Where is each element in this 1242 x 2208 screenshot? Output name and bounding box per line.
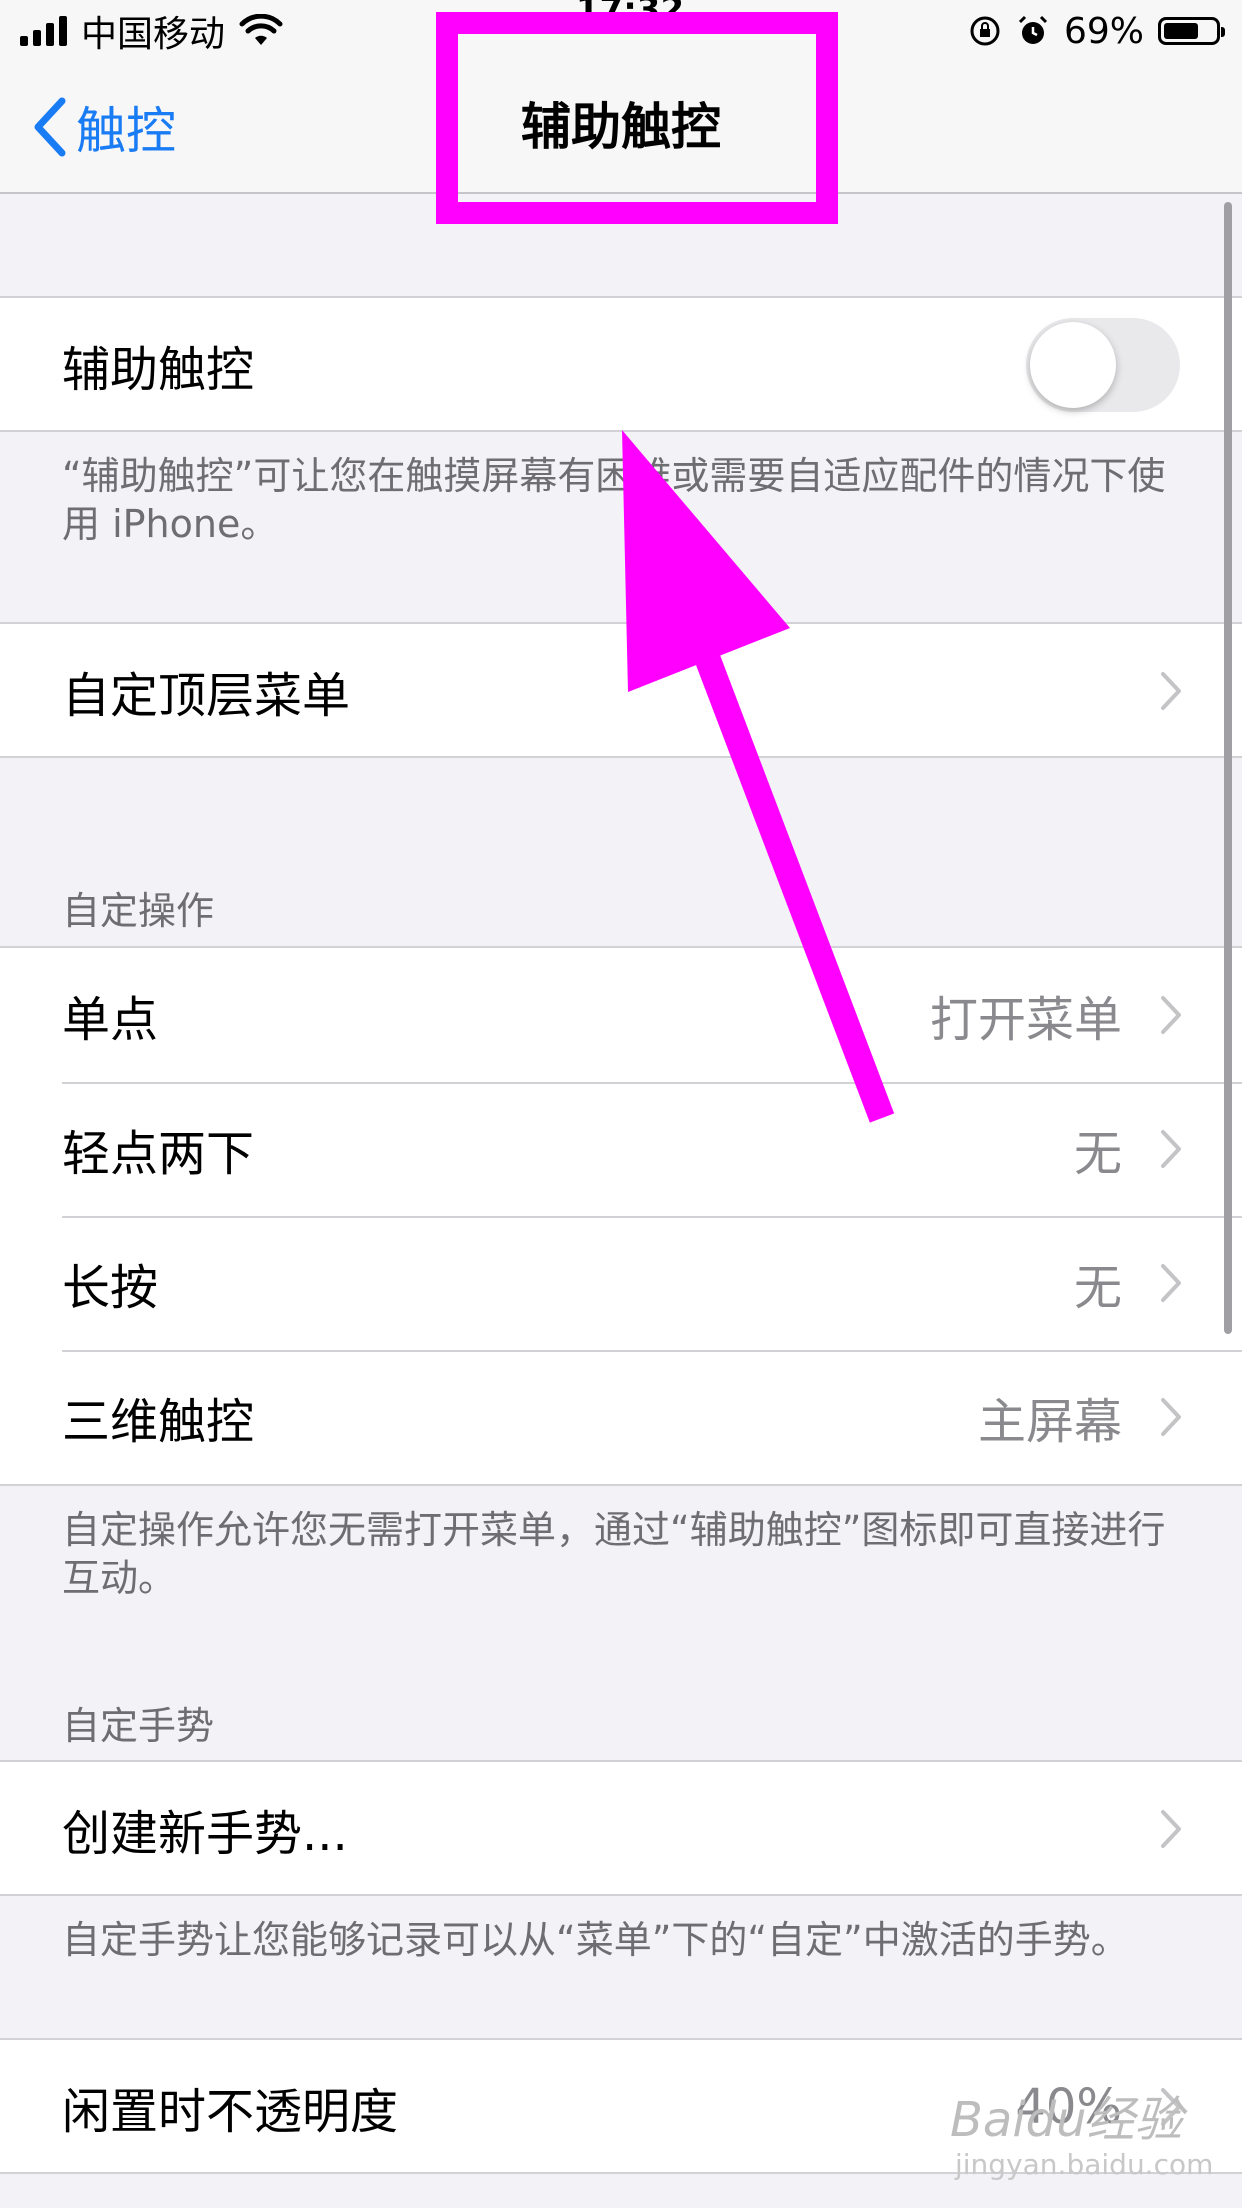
- 3d-touch-value: 主屏幕: [977, 1394, 1122, 1450]
- chevron-right-icon: [1161, 1810, 1181, 1848]
- long-press-value: 无: [1073, 1260, 1122, 1316]
- watermark-logo: Baidu经验: [950, 2092, 1183, 2148]
- long-press-row[interactable]: 长按 无: [0, 1216, 1242, 1350]
- create-new-gesture-row[interactable]: 创建新手势...: [0, 1762, 1242, 1896]
- custom-gestures-header: 自定手势: [62, 1704, 215, 1748]
- custom-gestures-description: 自定手势让您能够记录可以从“菜单”下的“自定”中激活的手势。: [62, 1918, 1129, 1962]
- chevron-right-icon: [1161, 1398, 1181, 1436]
- custom-actions-description: 自定操作允许您无需打开菜单，通过“辅助触控”图标即可直接进行互动。: [62, 1508, 1166, 1600]
- create-new-gesture-label: 创建新手势...: [62, 1806, 348, 1862]
- annotation-arrow: [622, 430, 895, 1123]
- 3d-touch-row[interactable]: 三维触控 主屏幕: [0, 1350, 1242, 1484]
- 3d-touch-label: 三维触控: [62, 1394, 255, 1450]
- custom-gestures-group: 创建新手势...: [0, 1760, 1242, 1896]
- long-press-label: 长按: [62, 1260, 159, 1316]
- idle-opacity-label: 闲置时不透明度: [62, 2084, 399, 2140]
- watermark-url: jingyan.baidu.com: [955, 2148, 1214, 2181]
- chevron-right-icon: [1161, 1264, 1181, 1302]
